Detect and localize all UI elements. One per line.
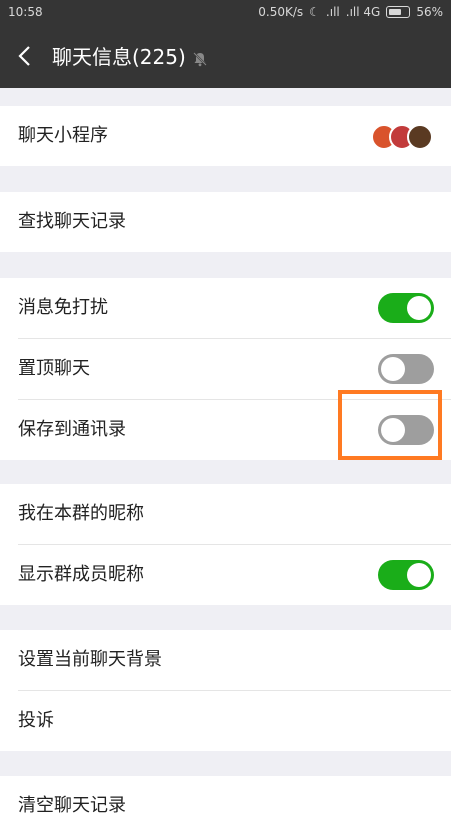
status-bar: 10:58 0.50K/s ☾ .ıll .ıll 4G 56% — [0, 0, 451, 26]
row-label: 我在本群的昵称 — [18, 503, 144, 524]
row-search-chat-history[interactable]: 查找聊天记录 — [18, 192, 451, 252]
row-show-member-nicknames: 显示群成员昵称 — [18, 545, 451, 605]
row-report[interactable]: 投诉 — [18, 691, 451, 751]
show-nicknames-toggle[interactable] — [378, 560, 434, 590]
section-mini-programs: 聊天小程序 — [0, 106, 451, 166]
mini-program-avatars — [371, 124, 433, 150]
status-right: 0.50K/s ☾ .ıll .ıll 4G 56% — [258, 5, 443, 19]
sticky-toggle[interactable] — [378, 354, 434, 384]
row-label: 显示群成员昵称 — [18, 564, 144, 585]
row-label: 聊天小程序 — [18, 125, 108, 146]
row-my-group-nickname[interactable]: 我在本群的昵称 — [18, 484, 451, 545]
moon-icon: ☾ — [309, 5, 320, 19]
row-label: 保存到通讯录 — [18, 419, 126, 440]
back-button[interactable] — [14, 44, 38, 68]
battery-icon — [386, 6, 411, 18]
mute-bell-icon — [193, 52, 207, 67]
mute-toggle[interactable] — [378, 293, 434, 323]
row-mute-notifications: 消息免打扰 — [18, 278, 451, 339]
section-clear: 清空聊天记录 — [0, 776, 451, 836]
row-label: 清空聊天记录 — [18, 795, 126, 816]
avatar — [407, 124, 433, 150]
row-label: 消息免打扰 — [18, 297, 108, 318]
signal-4g-icon: .ıll 4G — [345, 5, 381, 19]
net-speed: 0.50K/s — [258, 5, 304, 19]
title-bar: 聊天信息(225) — [0, 26, 451, 88]
row-clear-chat-history[interactable]: 清空聊天记录 — [18, 776, 451, 836]
row-chat-mini-programs[interactable]: 聊天小程序 — [18, 106, 451, 166]
row-label: 查找聊天记录 — [18, 211, 126, 232]
section-background: 设置当前聊天背景 投诉 — [0, 630, 451, 751]
section-nickname: 我在本群的昵称 显示群成员昵称 — [0, 484, 451, 605]
signal-icon: .ıll — [325, 5, 340, 19]
section-search: 查找聊天记录 — [0, 192, 451, 252]
highlight-box — [338, 390, 442, 460]
row-chat-background[interactable]: 设置当前聊天背景 — [18, 630, 451, 691]
status-time: 10:58 — [8, 5, 43, 19]
row-label: 设置当前聊天背景 — [18, 649, 162, 670]
battery-percent: 56% — [416, 5, 443, 19]
page-title: 聊天信息(225) — [52, 45, 186, 69]
row-label: 置顶聊天 — [18, 358, 90, 379]
row-label: 投诉 — [18, 710, 54, 731]
chevron-left-icon — [18, 46, 30, 66]
